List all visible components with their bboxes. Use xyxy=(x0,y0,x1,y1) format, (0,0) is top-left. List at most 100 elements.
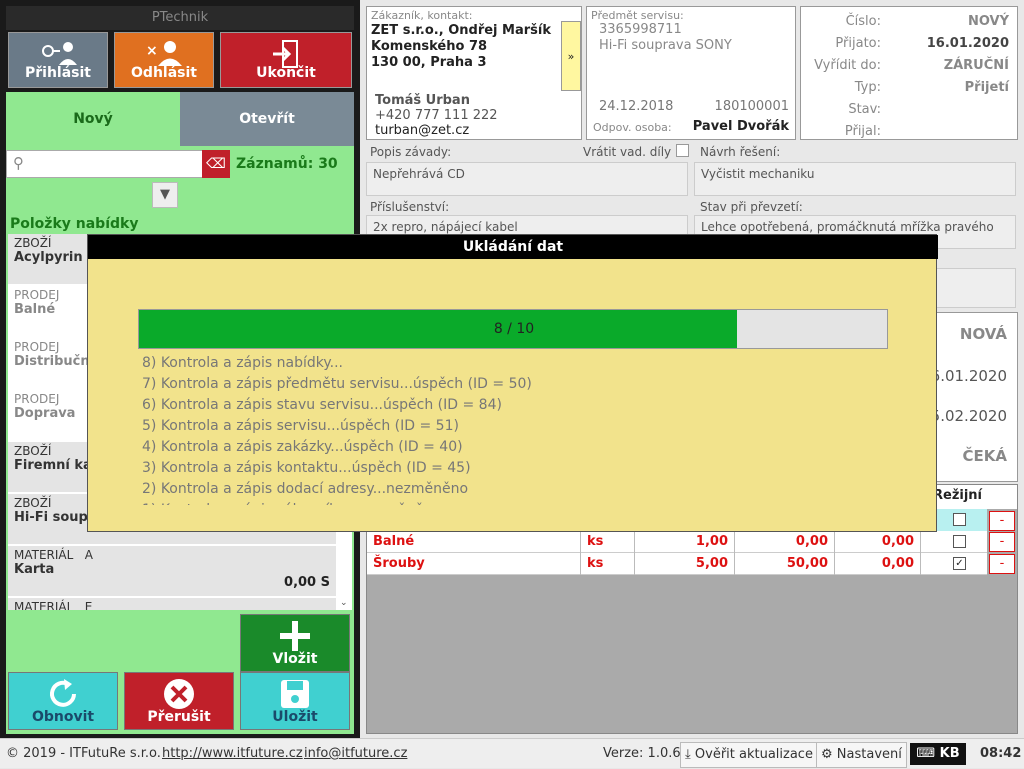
received-label: Přijato: xyxy=(835,36,881,51)
table-cell: 0,00 xyxy=(835,531,921,553)
version: Verze: 1.0.6 xyxy=(603,746,681,761)
table-cell: ks xyxy=(581,531,635,553)
received-value: 16.01.2020 xyxy=(926,36,1009,51)
insert-button[interactable]: Vložit xyxy=(240,614,350,672)
customer-panel: Zákazník, kontakt: ZET s.r.o., Ondřej Ma… xyxy=(366,6,582,140)
contact-email[interactable]: turban@zet.cz xyxy=(375,123,498,138)
log-line: 1) Kontrola a zápis zákazníka...nezměněn… xyxy=(142,500,902,505)
update-button[interactable]: ⤓ Ověřit aktualizace xyxy=(680,742,818,768)
download-icon: ⤓ xyxy=(685,747,695,762)
log-line: 8) Kontrola a zápis nabídky... xyxy=(142,355,344,371)
refresh-button[interactable]: Obnovit xyxy=(8,672,118,730)
svg-text:×: × xyxy=(146,43,158,59)
item-type: MATERIÁL E xyxy=(14,600,330,610)
info-panel: Číslo: Přijato: Vyřídit do: Typ: Stav: P… xyxy=(800,6,1018,140)
website-link[interactable]: http://www.itfuture.cz xyxy=(162,739,303,769)
subject-panel: Předmět servisu: 3365998711 Hi-Fi soupra… xyxy=(586,6,796,140)
fault-label: Popis závady: xyxy=(370,145,452,159)
user-remove-icon: × xyxy=(146,41,182,66)
table-row[interactable]: Šrouby ks 5,00 50,00 0,00 ✓ xyxy=(367,553,987,575)
logout-label: Odhlásit xyxy=(131,65,197,81)
logout-button[interactable]: × Odhlásit xyxy=(114,32,214,88)
condition-label: Stav při převzetí: xyxy=(700,200,803,214)
number-label: Číslo: xyxy=(845,14,881,29)
insert-label: Vložit xyxy=(272,651,318,667)
login-button[interactable]: Přihlásit xyxy=(8,32,108,88)
remove-row-button[interactable]: - xyxy=(989,554,1015,574)
order-state: NOVÁ xyxy=(959,325,1007,343)
log-line: 6) Kontrola a zápis stavu servisu...úspě… xyxy=(142,397,502,413)
search-icon: ⚲ xyxy=(13,154,24,172)
return-parts-checkbox[interactable] xyxy=(676,144,689,157)
exit-button[interactable]: Ukončit xyxy=(220,32,352,88)
solution-field[interactable]: Vyčistit mechaniku xyxy=(694,162,1016,196)
table-cell: 1,00 xyxy=(635,531,735,553)
overhead-checkbox[interactable] xyxy=(953,513,966,526)
remove-row-button[interactable]: - xyxy=(989,511,1015,531)
exit-label: Ukončit xyxy=(256,65,316,81)
customer-street: Komenského 78 xyxy=(371,39,488,54)
log-line: 5) Kontrola a zápis servisu...úspěch (ID… xyxy=(142,418,459,434)
subject-code: 180100001 xyxy=(714,99,789,114)
keyboard-icon: ⌨ xyxy=(916,746,940,761)
search-input[interactable]: ⚲ xyxy=(6,150,230,178)
fault-field[interactable]: Nepřehrává CD xyxy=(366,162,688,196)
log-line: 7) Kontrola a zápis předmětu servisu...ú… xyxy=(142,376,532,392)
responsible-person: Pavel Dvořák xyxy=(692,119,789,134)
clear-search-icon[interactable]: ⌫ xyxy=(202,150,230,178)
items-title: Položky nabídky xyxy=(10,216,139,232)
progress-bar: 8 / 10 xyxy=(138,309,888,349)
overhead-header: Režijní xyxy=(933,488,983,503)
log-list: 8) Kontrola a zápis nabídky... 7) Kontrol… xyxy=(142,353,902,505)
responsible-label: Odpov. osoba: xyxy=(593,121,672,134)
subject-label: Předmět servisu: xyxy=(591,9,684,22)
list-item[interactable]: MATERIÁL E xyxy=(8,598,336,610)
tab-open[interactable]: Otevřít xyxy=(180,92,354,146)
remove-row-button[interactable]: - xyxy=(989,532,1015,552)
subject-number: 3365998711 xyxy=(599,22,682,37)
table-cell: 0,00 xyxy=(735,531,835,553)
login-label: Přihlásit xyxy=(24,65,91,81)
type-value: ZÁRUČNÍ xyxy=(943,58,1009,73)
tab-new[interactable]: Nový xyxy=(6,92,180,146)
cancel-button[interactable]: Přerušit xyxy=(124,672,234,730)
contact-person: Tomáš Urban xyxy=(375,93,470,108)
tab-bar: Nový Otevřít xyxy=(6,92,354,146)
customer-city: 130 00, Praha 3 xyxy=(371,55,487,70)
accepted-by-label: Přijal: xyxy=(844,124,881,139)
table-row[interactable]: Balné ks 1,00 0,00 0,00 xyxy=(367,531,987,553)
saving-dialog: Ukládání dat 8 / 10 8) Kontrola a zápis … xyxy=(87,234,938,532)
email-link[interactable]: info@itfuture.cz xyxy=(304,739,407,769)
cancel-icon xyxy=(164,679,194,709)
status-bar: © 2019 - ITFutuRe s.r.o. http://www.itfu… xyxy=(0,738,1024,768)
cancel-label: Přerušit xyxy=(147,709,211,725)
record-count: Záznamů: 30 xyxy=(236,156,338,172)
list-item[interactable]: MATERIÁL A Karta 0,00 S xyxy=(8,546,336,596)
number-value: NOVÝ xyxy=(967,14,1009,29)
state-label: Stav: xyxy=(848,102,881,117)
subject-date: 24.12.2018 xyxy=(599,99,674,114)
accessories-label: Příslušenství: xyxy=(370,200,450,214)
order-state-2: ČEKÁ xyxy=(962,447,1008,465)
settings-button[interactable]: ⚙ Nastavení xyxy=(816,742,907,768)
keyboard-label: KB xyxy=(939,746,960,761)
overhead-checkbox[interactable] xyxy=(953,535,966,548)
save-button[interactable]: Uložit xyxy=(240,672,350,730)
customer-name: ZET s.r.o., Ondřej Maršík xyxy=(371,23,551,38)
save-icon xyxy=(281,680,309,708)
table-cell: 0,00 xyxy=(835,553,921,575)
table-cell: 50,00 xyxy=(735,553,835,575)
customer-select-button[interactable]: » xyxy=(561,21,581,91)
gear-icon: ⚙ xyxy=(821,747,837,762)
due-label: Vyřídit do: xyxy=(814,58,881,73)
table-cell: Šrouby xyxy=(367,553,581,575)
copyright: © 2019 - ITFutuRe s.r.o. xyxy=(6,746,161,761)
settings-label: Nastavení xyxy=(836,747,902,762)
overhead-checkbox[interactable]: ✓ xyxy=(953,557,966,570)
filter-icon[interactable]: ▼ xyxy=(152,182,178,208)
keyboard-button[interactable]: ⌨ KB xyxy=(910,743,966,765)
return-parts-label: Vrátit vad. díly xyxy=(583,145,672,159)
item-name: Karta xyxy=(14,562,55,577)
log-line: 2) Kontrola a zápis dodací adresy...nezm… xyxy=(142,481,469,497)
clock: 08:42 xyxy=(980,746,1022,761)
